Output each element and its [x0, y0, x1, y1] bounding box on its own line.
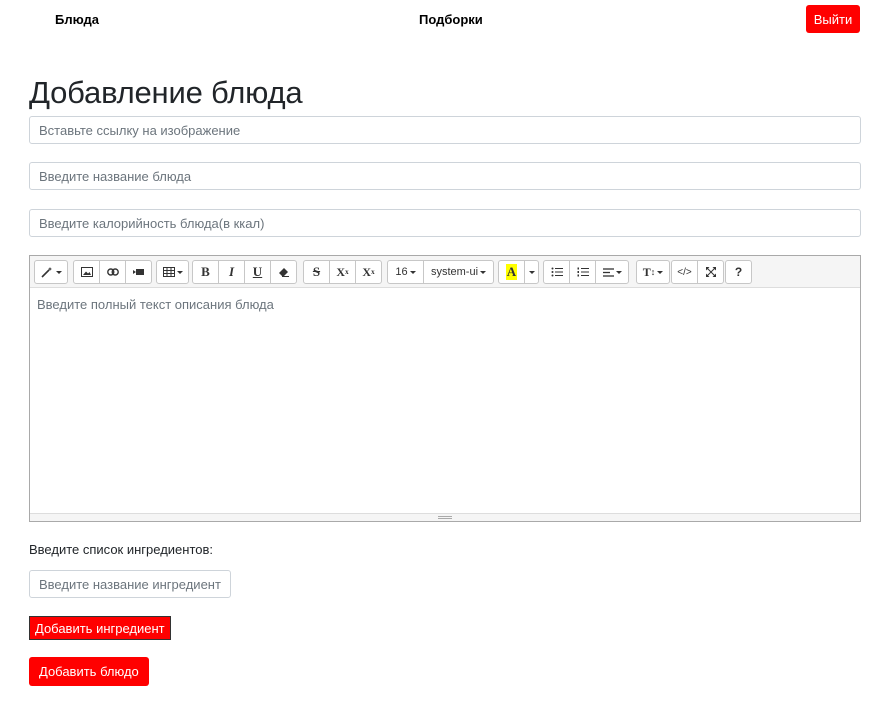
resize-grip-icon — [438, 516, 452, 519]
add-ingredient-button[interactable]: Добавить ингредиент — [29, 616, 171, 640]
magic-icon — [40, 266, 54, 278]
video-icon — [132, 268, 145, 276]
picture-icon — [80, 267, 93, 277]
bold-button[interactable]: B — [192, 260, 219, 284]
editor-toolbar: B I U S Xx Xx 16 system-ui A T ↕ </> ? — [30, 256, 860, 288]
image-url-input[interactable] — [29, 116, 861, 144]
code-view-button[interactable]: </> — [671, 260, 698, 284]
eraser-icon — [278, 267, 290, 277]
insert-table-button[interactable] — [156, 260, 189, 284]
style-group — [34, 260, 68, 284]
view-group: </> — [671, 260, 724, 284]
subscript-button[interactable]: Xx — [355, 260, 382, 284]
ordered-list-icon — [577, 267, 589, 277]
line-height-dropdown[interactable]: T ↕ — [636, 260, 670, 284]
insert-video-button[interactable] — [125, 260, 152, 284]
link-icon — [106, 268, 119, 276]
font-family-dropdown[interactable]: system-ui — [423, 260, 494, 284]
page-title: Добавление блюда — [29, 75, 303, 110]
editor-resize-bar[interactable] — [30, 513, 860, 521]
insert-picture-button[interactable] — [73, 260, 100, 284]
color-group: A — [498, 260, 539, 284]
style-button[interactable] — [34, 260, 68, 284]
strikethrough-button[interactable]: S — [303, 260, 330, 284]
table-group — [156, 260, 189, 284]
font-size-value: 16 — [395, 266, 408, 278]
help-button[interactable]: ? — [725, 260, 752, 284]
description-text-area[interactable]: Введите полный текст описания блюда — [30, 289, 860, 513]
italic-button[interactable]: I — [218, 260, 245, 284]
nav-link-dishes[interactable]: Блюда — [55, 12, 99, 27]
logout-button[interactable]: Выйти — [806, 5, 860, 33]
insert-link-button[interactable] — [99, 260, 126, 284]
fullscreen-button[interactable] — [697, 260, 724, 284]
font-group: 16 system-ui — [387, 260, 494, 284]
nav-link-collections[interactable]: Подборки — [419, 12, 483, 27]
table-icon — [162, 267, 175, 277]
underline-button[interactable]: U — [244, 260, 271, 284]
align-icon — [602, 267, 614, 277]
fullscreen-icon — [705, 267, 716, 277]
font-family-value: system-ui — [430, 266, 479, 278]
subscript-label: X — [362, 264, 372, 279]
top-nav: Блюда Подборки Выйти — [0, 0, 880, 40]
superscript-button[interactable]: Xx — [329, 260, 356, 284]
description-editor: B I U S Xx Xx 16 system-ui A T ↕ </> ? В… — [29, 255, 861, 522]
script-group: S Xx Xx — [303, 260, 382, 284]
paragraph-group — [543, 260, 629, 284]
clear-format-button[interactable] — [270, 260, 297, 284]
line-height-label: T — [642, 264, 651, 279]
color-dropdown-button[interactable] — [524, 260, 539, 284]
dish-name-input[interactable] — [29, 162, 861, 190]
text-color-button[interactable]: A — [498, 260, 525, 284]
align-dropdown[interactable] — [595, 260, 629, 284]
color-swatch-label: A — [505, 264, 518, 280]
superscript-label: X — [336, 264, 346, 279]
ingredient-input[interactable] — [29, 570, 231, 598]
font-style-group: B I U — [192, 260, 297, 284]
ingredients-label: Введите список ингредиентов: — [29, 542, 214, 557]
calories-input[interactable] — [29, 209, 861, 237]
add-dish-button[interactable]: Добавить блюдо — [29, 657, 149, 686]
insert-group — [73, 260, 152, 284]
unordered-list-icon — [551, 267, 563, 277]
ordered-list-button[interactable] — [569, 260, 596, 284]
help-group: ? — [725, 260, 752, 284]
height-group: T ↕ — [636, 260, 670, 284]
unordered-list-button[interactable] — [543, 260, 570, 284]
font-size-dropdown[interactable]: 16 — [387, 260, 424, 284]
